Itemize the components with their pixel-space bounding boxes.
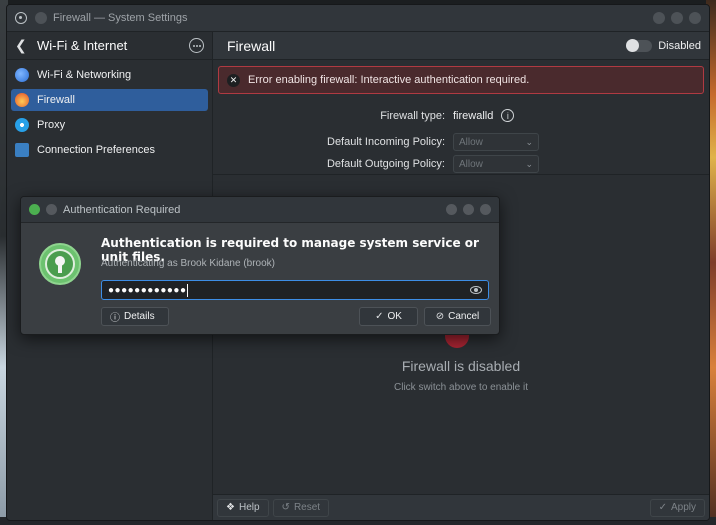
auth-app-icon	[29, 204, 40, 215]
wifi-icon	[15, 68, 29, 82]
sidebar-title: Wi-Fi & Internet	[37, 38, 128, 53]
outgoing-policy-row: Default Outgoing Policy: Allow ⌄	[213, 155, 539, 173]
incoming-policy-row: Default Incoming Policy: Allow ⌄	[213, 133, 539, 151]
incoming-policy-value: Allow	[459, 136, 483, 148]
firewall-toggle-switch[interactable]	[626, 38, 653, 52]
window-titlebar[interactable]: Firewall — System Settings	[7, 5, 709, 32]
help-button[interactable]: ❖ Help	[217, 498, 269, 517]
firewall-icon	[15, 93, 29, 107]
proxy-icon	[15, 118, 29, 132]
disabled-title: Firewall is disabled	[401, 358, 521, 374]
sidebar-item-label: Wi-Fi & Networking	[37, 69, 132, 81]
details-button[interactable]: ⓘ Details	[101, 307, 169, 326]
authentication-dialog: Authentication Required Authentication i…	[20, 196, 500, 335]
sidebar-item-firewall[interactable]: Firewall	[11, 89, 208, 111]
sidebar-item-proxy[interactable]: Proxy	[11, 114, 208, 136]
ok-label: OK	[387, 311, 402, 322]
chevron-down-icon: ⌄	[525, 158, 533, 169]
bottom-bar: ❖ Help ↺ Reset ✓ Apply	[213, 494, 709, 520]
maximize-button[interactable]	[463, 204, 474, 215]
panel-divider	[213, 174, 709, 175]
sidebar-item-label: Proxy	[37, 119, 66, 131]
firewall-type-value: firewalld	[453, 109, 494, 122]
page-title: Firewall	[227, 37, 276, 54]
info-icon[interactable]: i	[501, 109, 515, 122]
maximize-button[interactable]	[671, 12, 683, 24]
sidebar-item-wifi-networking[interactable]: Wi-Fi & Networking	[11, 64, 208, 86]
details-label: Details	[124, 311, 155, 322]
minimize-button[interactable]	[446, 204, 457, 215]
sidebar-item-label: Firewall	[37, 94, 75, 106]
minimize-button[interactable]	[653, 12, 665, 24]
dialog-subtitle: Authenticating as Brook Kidane (brook)	[101, 258, 275, 269]
pin-icon[interactable]	[46, 204, 57, 215]
error-icon: ✕	[227, 73, 240, 87]
error-banner: ✕ Error enabling firewall: Interactive a…	[218, 66, 704, 94]
info-icon: ⓘ	[110, 313, 120, 324]
toggle-label: Disabled	[658, 39, 701, 52]
password-mask: ●●●●●●●●●●●●	[108, 284, 187, 296]
disabled-subtitle: Click switch above to enable it	[394, 382, 528, 393]
cancel-label: Cancel	[448, 311, 480, 322]
text-caret	[187, 283, 189, 297]
incoming-policy-select[interactable]: Allow ⌄	[453, 133, 539, 151]
dialog-titlebar[interactable]: Authentication Required	[21, 197, 499, 223]
chevron-down-icon: ⌄	[525, 136, 533, 147]
pin-icon[interactable]	[35, 12, 47, 24]
outgoing-policy-value: Allow	[459, 158, 483, 170]
check-icon: ✓	[658, 502, 667, 513]
firewall-type-row: Firewall type: firewalld i	[213, 109, 515, 122]
lock-icon	[39, 243, 81, 285]
sidebar-item-label: Connection Preferences	[37, 144, 156, 156]
close-button[interactable]	[480, 204, 491, 215]
reset-label: Reset	[293, 502, 321, 513]
connection-icon	[15, 143, 29, 157]
help-icon: ❖	[226, 502, 235, 513]
reset-icon: ↺	[281, 502, 290, 513]
help-label: Help	[238, 502, 260, 513]
outgoing-policy-select[interactable]: Allow ⌄	[453, 155, 539, 173]
window-controls	[653, 12, 701, 24]
ok-button[interactable]: ✓ OK	[359, 307, 418, 326]
firewall-disabled-icon	[445, 334, 469, 348]
sidebar-list: Wi-Fi & Networking Firewall Proxy Connec…	[7, 60, 212, 168]
apply-label: Apply	[670, 502, 696, 513]
window-title: Firewall — System Settings	[53, 12, 188, 24]
error-message: Error enabling firewall: Interactive aut…	[248, 74, 530, 86]
sidebar-item-connection-preferences[interactable]: Connection Preferences	[11, 139, 208, 161]
reset-button[interactable]: ↺ Reset	[272, 498, 330, 517]
settings-app-icon[interactable]	[15, 12, 27, 24]
dialog-controls	[446, 204, 491, 215]
incoming-policy-label: Default Incoming Policy:	[327, 136, 445, 148]
close-button[interactable]	[689, 12, 701, 24]
password-input[interactable]: ●●●●●●●●●●●●	[101, 280, 489, 300]
sidebar-header: ❮ Wi-Fi & Internet	[7, 32, 212, 60]
cancel-icon: ⊘	[435, 311, 445, 322]
dialog-title: Authentication Required	[63, 203, 181, 216]
outgoing-policy-label: Default Outgoing Policy:	[326, 158, 445, 170]
more-options-icon[interactable]	[189, 38, 204, 53]
apply-button[interactable]: ✓ Apply	[649, 498, 705, 517]
check-icon: ✓	[375, 311, 384, 322]
firewall-type-label: Firewall type:	[380, 109, 445, 122]
back-arrow-icon[interactable]: ❮	[15, 37, 31, 54]
show-password-icon[interactable]	[470, 286, 482, 294]
cancel-button[interactable]: ⊘ Cancel	[424, 307, 491, 326]
main-header: Firewall Disabled	[213, 32, 709, 60]
